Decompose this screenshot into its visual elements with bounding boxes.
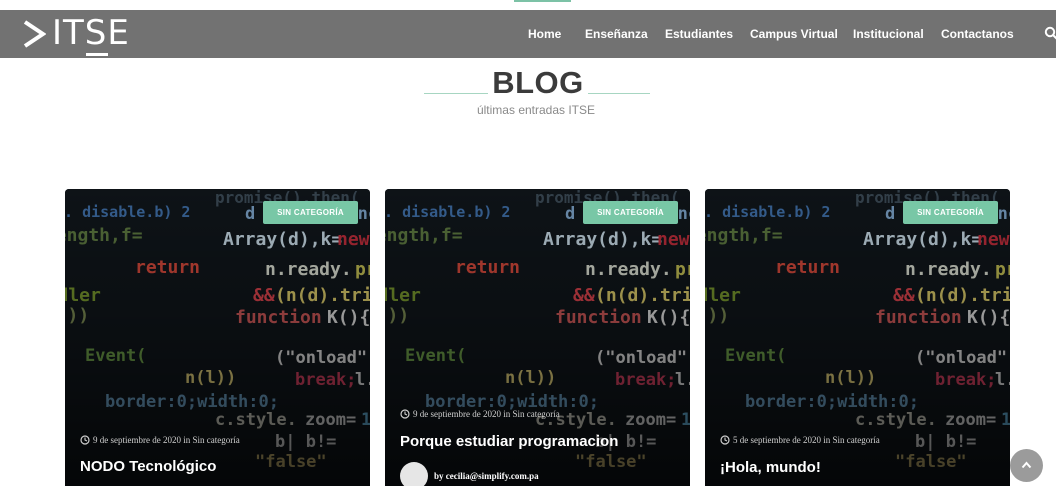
nav-item-contactanos[interactable]: Contactanos bbox=[941, 10, 1014, 58]
blog-subtitle: últimas entradas ITSE bbox=[476, 103, 596, 117]
author-name[interactable]: by cecilia@simplify.com.pa bbox=[434, 471, 539, 481]
post-meta-text: 5 de septiembre de 2020 in Sin categoría bbox=[733, 435, 880, 445]
blog-title: BLOG bbox=[492, 65, 584, 100]
clock-icon bbox=[80, 435, 90, 445]
post-meta: 9 de septiembre de 2020 in Sin categoría bbox=[400, 409, 560, 419]
nav-item-campus-virtual[interactable]: Campus Virtual bbox=[750, 10, 838, 58]
logo-underline bbox=[86, 53, 108, 56]
avatar bbox=[400, 462, 428, 486]
category-badge[interactable]: SIN CATEGORÍA bbox=[263, 201, 358, 224]
scroll-to-top-button[interactable] bbox=[1010, 449, 1043, 482]
logo-text: ITSE bbox=[52, 13, 130, 53]
search-icon[interactable] bbox=[1044, 26, 1056, 40]
post-meta: 5 de septiembre de 2020 in Sin categoría bbox=[720, 435, 880, 445]
site-navbar: ITSE Home Enseñanza Estudiantes Campus V… bbox=[0, 10, 1056, 58]
post-title[interactable]: ¡Hola, mundo! bbox=[720, 459, 821, 476]
nav-item-estudiantes[interactable]: Estudiantes bbox=[665, 10, 733, 58]
post-card[interactable]: promise().then( .. disable.b) 2 d a&&n.i… bbox=[705, 189, 1010, 486]
post-card[interactable]: promise().then( .. disable.b) 2 d a&&n.i… bbox=[65, 189, 370, 486]
post-meta-text: 9 de septiembre de 2020 in Sin categoría bbox=[413, 409, 560, 419]
title-line-right bbox=[588, 93, 650, 94]
logo-chevron-icon bbox=[23, 20, 46, 48]
post-meta-text: 9 de septiembre de 2020 in Sin categoría bbox=[93, 435, 240, 445]
post-title[interactable]: NODO Tecnológico bbox=[80, 458, 216, 475]
clock-icon bbox=[720, 435, 730, 445]
chevron-up-icon bbox=[1021, 461, 1032, 469]
nav-item-home[interactable]: Home bbox=[528, 10, 561, 58]
nav-item-ensenanza[interactable]: Enseñanza bbox=[585, 10, 648, 58]
nav-item-institucional[interactable]: Institucional bbox=[853, 10, 924, 58]
post-title[interactable]: Porque estudiar programacion bbox=[400, 433, 618, 450]
clock-icon bbox=[400, 409, 410, 419]
nav-active-indicator bbox=[514, 0, 571, 2]
category-badge[interactable]: SIN CATEGORÍA bbox=[583, 201, 678, 224]
post-card[interactable]: promise().then( .. disable.b) 2 d a&&n.i… bbox=[385, 189, 690, 486]
title-line-left bbox=[424, 93, 488, 94]
category-badge[interactable]: SIN CATEGORÍA bbox=[903, 201, 998, 224]
post-meta: 9 de septiembre de 2020 in Sin categoría bbox=[80, 435, 240, 445]
